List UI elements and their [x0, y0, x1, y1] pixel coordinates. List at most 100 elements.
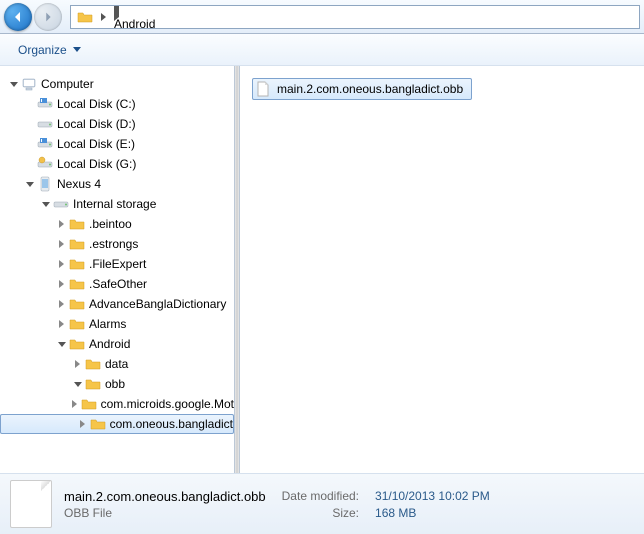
folder-icon: [90, 416, 106, 432]
file-thumbnail: [10, 480, 52, 528]
tree-item[interactable]: Local Disk (G:): [0, 154, 234, 174]
phone-icon: [37, 176, 53, 192]
tree-item[interactable]: AdvanceBanglaDictionary: [0, 294, 234, 314]
tree-item[interactable]: .SafeOther: [0, 274, 234, 294]
details-modified-label: Date modified:: [282, 489, 359, 503]
folder-icon: [69, 256, 85, 272]
tree-item-label: AdvanceBanglaDictionary: [89, 297, 226, 311]
details-pane: main.2.com.oneous.bangladict.obb Date mo…: [0, 474, 644, 534]
twisty-closed-icon[interactable]: [56, 239, 67, 250]
tree-item-label: Computer: [41, 77, 94, 91]
tree-item[interactable]: data: [0, 354, 234, 374]
computer-icon: [21, 76, 37, 92]
drive-d-icon: [37, 116, 53, 132]
details-file-name: main.2.com.oneous.bangladict.obb: [64, 489, 266, 504]
tree-item[interactable]: com.oneous.bangladict: [0, 414, 234, 434]
tree-item[interactable]: Local Disk (E:): [0, 134, 234, 154]
tree-item-label: Local Disk (E:): [57, 137, 135, 151]
twisty-placeholder: [24, 139, 35, 150]
tree-item[interactable]: .estrongs: [0, 234, 234, 254]
twisty-closed-icon[interactable]: [56, 299, 67, 310]
folder-icon: [85, 376, 101, 392]
details-file-type: OBB File: [64, 506, 266, 520]
tree-item-label: Local Disk (G:): [57, 157, 136, 171]
tree-item-label: .SafeOther: [89, 277, 147, 291]
folder-icon: [69, 276, 85, 292]
tree-item[interactable]: Internal storage: [0, 194, 234, 214]
tree-item-label: com.microids.google.Mot: [101, 397, 234, 411]
folder-icon: [81, 396, 97, 412]
tree-item[interactable]: Nexus 4: [0, 174, 234, 194]
file-item[interactable]: main.2.com.oneous.bangladict.obb: [252, 78, 472, 100]
arrow-right-icon: [41, 10, 55, 24]
folder-icon: [77, 9, 93, 25]
arrow-left-icon: [10, 9, 26, 25]
twisty-open-icon[interactable]: [40, 199, 51, 210]
twisty-closed-icon[interactable]: [56, 279, 67, 290]
folder-icon: [69, 296, 85, 312]
twisty-open-icon[interactable]: [24, 179, 35, 190]
toolbar: Organize: [0, 34, 644, 66]
folder-icon: [69, 336, 85, 352]
address-bar: ComputerNexus 4Internal storageAndroidob…: [0, 0, 644, 34]
chevron-right-icon: [101, 13, 106, 21]
organize-label: Organize: [18, 43, 67, 57]
tree-item-label: Local Disk (D:): [57, 117, 136, 131]
forward-button[interactable]: [34, 3, 62, 31]
tree-item-label: .FileExpert: [89, 257, 146, 271]
tree-item-label: data: [105, 357, 128, 371]
tree-item[interactable]: Alarms: [0, 314, 234, 334]
twisty-closed-icon[interactable]: [78, 419, 88, 430]
tree-item[interactable]: com.microids.google.Mot: [0, 394, 234, 414]
tree-item[interactable]: Local Disk (C:): [0, 94, 234, 114]
tree-item[interactable]: .FileExpert: [0, 254, 234, 274]
drive-c-icon: [37, 96, 53, 112]
twisty-closed-icon[interactable]: [56, 219, 67, 230]
drive-e-icon: [37, 136, 53, 152]
twisty-placeholder: [24, 119, 35, 130]
folder-icon: [69, 236, 85, 252]
file-icon: [255, 81, 271, 97]
tree-item-label: Internal storage: [73, 197, 156, 211]
tree-item[interactable]: Computer: [0, 74, 234, 94]
tree-item-label: Nexus 4: [57, 177, 101, 191]
tree-item[interactable]: Local Disk (D:): [0, 114, 234, 134]
twisty-closed-icon[interactable]: [56, 319, 67, 330]
details-size-label: Size:: [282, 506, 359, 520]
drive-icon: [53, 196, 69, 212]
breadcrumb-segment[interactable]: Android: [110, 17, 241, 29]
tree-item-label: com.oneous.bangladict: [110, 417, 233, 431]
tree-item-label: obb: [105, 377, 125, 391]
folder-icon: [69, 216, 85, 232]
tree-item-label: Local Disk (C:): [57, 97, 136, 111]
back-button[interactable]: [4, 3, 32, 31]
organize-button[interactable]: Organize: [10, 39, 89, 61]
tree-item-label: Android: [89, 337, 130, 351]
twisty-placeholder: [24, 159, 35, 170]
tree-item-label: .beintoo: [89, 217, 132, 231]
details-size-value: 168 MB: [375, 506, 490, 520]
chevron-down-icon: [73, 47, 81, 52]
content-pane[interactable]: main.2.com.oneous.bangladict.obb: [240, 66, 644, 473]
twisty-closed-icon[interactable]: [72, 359, 83, 370]
twisty-open-icon[interactable]: [8, 79, 19, 90]
folder-icon: [85, 356, 101, 372]
tree-item-label: .estrongs: [89, 237, 138, 251]
chevron-right-icon: [114, 27, 119, 29]
navigation-tree[interactable]: Computer Local Disk (C:) Local Disk (D:) Lo…: [0, 66, 234, 473]
folder-icon: [69, 316, 85, 332]
tree-item[interactable]: Android: [0, 334, 234, 354]
tree-item[interactable]: .beintoo: [0, 214, 234, 234]
twisty-open-icon[interactable]: [72, 379, 83, 390]
breadcrumb[interactable]: ComputerNexus 4Internal storageAndroidob…: [70, 5, 640, 29]
drive-g-icon: [37, 156, 53, 172]
file-name-label: main.2.com.oneous.bangladict.obb: [277, 82, 463, 96]
twisty-open-icon[interactable]: [56, 339, 67, 350]
twisty-closed-icon[interactable]: [70, 399, 79, 410]
twisty-closed-icon[interactable]: [56, 259, 67, 270]
main-split: Computer Local Disk (C:) Local Disk (D:) Lo…: [0, 66, 644, 474]
twisty-placeholder: [24, 99, 35, 110]
details-modified-value: 31/10/2013 10:02 PM: [375, 489, 490, 503]
tree-item[interactable]: obb: [0, 374, 234, 394]
tree-item-label: Alarms: [89, 317, 126, 331]
